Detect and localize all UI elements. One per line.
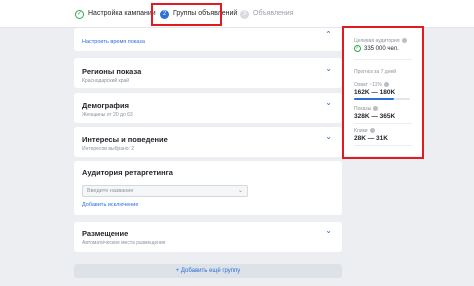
check-icon: ✓: [75, 9, 84, 19]
step-campaign-settings[interactable]: ✓ Настройка кампании: [75, 8, 156, 20]
chevron-up-icon[interactable]: ⌄: [325, 29, 332, 38]
steps-bar: ✓ Настройка кампании 2 Группы объявлений…: [0, 0, 474, 28]
chevron-down-icon[interactable]: ⌄: [325, 132, 332, 141]
section-subtitle: Краснодарский край: [82, 78, 130, 84]
demography-section[interactable]: Демография Женщины от 20 до 63 ⌄: [74, 93, 342, 123]
section-title: Размещение: [82, 229, 129, 238]
retargeting-section: Аудитория ретаргетинга Введите название …: [74, 161, 342, 215]
section-title: Регионы показа: [82, 67, 142, 76]
chevron-down-icon: ⌄: [237, 188, 243, 194]
section-subtitle: Интересов выбрано: 2: [82, 146, 135, 152]
step-highlight-frame: [151, 3, 222, 26]
chevron-down-icon[interactable]: ⌄: [325, 98, 332, 107]
regions-section[interactable]: Регионы показа Краснодарский край ⌄: [74, 58, 342, 88]
step-label: Объявления: [253, 10, 294, 17]
schedule-card: ⌄ Настроить время показа: [74, 28, 342, 51]
chevron-down-icon[interactable]: ⌄: [325, 226, 332, 235]
section-title: Аудитория ретаргетинга: [82, 168, 173, 177]
chevron-down-icon[interactable]: ⌄: [325, 64, 332, 73]
interests-section[interactable]: Интересы и поведение Интересов выбрано: …: [74, 127, 342, 157]
add-group-button[interactable]: + Добавить ещё группу: [74, 264, 342, 278]
add-exclusion-link[interactable]: Добавить исключение: [82, 202, 138, 208]
section-title: Интересы и поведение: [82, 135, 168, 144]
schedule-link[interactable]: Настроить время показа: [82, 39, 145, 45]
forecast-highlight-frame: [342, 26, 424, 159]
retargeting-audience-select[interactable]: Введите название ⌄: [82, 185, 248, 197]
step-ads[interactable]: 3 Объявления: [240, 8, 294, 20]
placement-section[interactable]: Размещение Автоматические места размещен…: [74, 222, 342, 252]
select-placeholder: Введите название: [87, 188, 134, 194]
step-label: Настройка кампании: [88, 10, 156, 17]
section-subtitle: Автоматические места размещения: [82, 240, 166, 246]
step-number-icon: 3: [240, 9, 249, 19]
section-subtitle: Женщины от 20 до 63: [82, 112, 133, 118]
section-title: Демография: [82, 101, 129, 110]
